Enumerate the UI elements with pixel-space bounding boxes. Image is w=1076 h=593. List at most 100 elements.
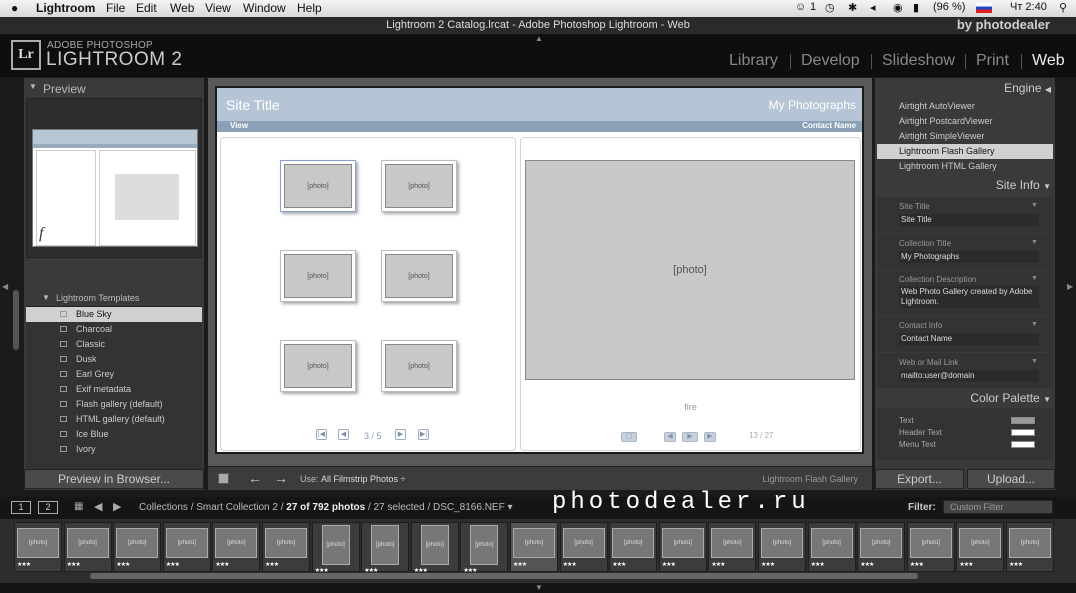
web-link-field[interactable]: mailto:user@domain: [899, 370, 1039, 382]
filmstrip-cell[interactable]: [photo] ★★★: [1006, 522, 1054, 572]
site-title-field[interactable]: Site Title: [899, 214, 1039, 226]
engine-item[interactable]: Airtight AutoViewer: [877, 99, 1053, 114]
forward-icon[interactable]: ▶: [113, 500, 121, 513]
menu-window[interactable]: Window: [243, 1, 286, 15]
dropdown-arrow-icon[interactable]: ▼: [1031, 358, 1038, 365]
bluetooth-icon[interactable]: ✱: [848, 1, 857, 14]
primary-window-button[interactable]: 1: [11, 501, 31, 514]
apple-icon[interactable]: ●: [11, 1, 18, 15]
template-item-classic[interactable]: Classic: [26, 337, 202, 352]
template-item-charcoal[interactable]: Charcoal: [26, 322, 202, 337]
collapse-triangle-icon[interactable]: ▼: [42, 293, 50, 302]
gallery-thumbnail[interactable]: [photo]: [381, 340, 457, 392]
filmstrip-breadcrumb[interactable]: Collections / Smart Collection 2 / 27 of…: [139, 502, 513, 513]
filmstrip-cell[interactable]: [photo] ★★★: [212, 522, 261, 572]
filmstrip-cell[interactable]: [photo] ★★★: [14, 522, 62, 572]
user-icon[interactable]: ☺: [795, 1, 806, 13]
engine-item-selected[interactable]: Lightroom Flash Gallery: [877, 144, 1053, 159]
menu-app-lightroom[interactable]: Lightroom: [36, 1, 95, 15]
menu-edit[interactable]: Edit: [136, 1, 157, 15]
collapse-left-icon[interactable]: ◀: [2, 282, 8, 291]
template-item-blue-sky[interactable]: Blue Sky: [26, 307, 202, 322]
collapse-right-icon[interactable]: ▶: [1067, 282, 1073, 291]
module-slideshow[interactable]: Slideshow: [882, 52, 955, 70]
filmstrip-cell[interactable]: [photo] ★★★: [63, 522, 112, 572]
nav-contact-link[interactable]: Contact Name: [802, 121, 856, 130]
filmstrip-cell[interactable]: [photo] ★★★: [559, 522, 608, 572]
filmstrip-cell[interactable]: [photo] ★★★: [311, 522, 360, 574]
filmstrip-cell[interactable]: [photo] ★★★: [410, 522, 459, 574]
menubar-clock[interactable]: Чт 2:40: [1010, 1, 1047, 13]
secondary-window-button[interactable]: 2: [38, 501, 58, 514]
previous-arrow-icon[interactable]: ←: [248, 470, 262, 486]
input-source-flag-icon[interactable]: [976, 3, 992, 13]
collapse-bottom-icon[interactable]: ▼: [535, 583, 543, 592]
preview-panel-header[interactable]: ▼ Preview: [24, 80, 204, 98]
use-select[interactable]: All Filmstrip Photos ÷: [321, 474, 405, 484]
gallery-thumbnail[interactable]: [photo]: [280, 160, 356, 212]
filmstrip-cell[interactable]: [photo] ★★★: [807, 522, 856, 572]
dropdown-arrow-icon[interactable]: ▼: [1031, 321, 1038, 328]
contact-info-field[interactable]: Contact Name: [899, 333, 1039, 345]
spotlight-icon[interactable]: ⚲: [1059, 1, 1067, 14]
collapse-triangle-icon[interactable]: ◀: [1045, 85, 1051, 94]
template-item-exif-metadata[interactable]: Exif metadata: [26, 382, 202, 397]
left-panel-scrollbar[interactable]: [13, 290, 19, 350]
menu-file[interactable]: File: [106, 1, 125, 15]
template-item-html-gallery[interactable]: HTML gallery (default): [26, 412, 202, 427]
collapse-triangle-icon[interactable]: ▼: [1043, 182, 1051, 191]
back-icon[interactable]: ◀: [94, 500, 102, 513]
volume-icon[interactable]: ◂: [870, 1, 876, 14]
palette-menu-text-swatch[interactable]: [1011, 441, 1035, 448]
filmstrip-cell[interactable]: [photo] ★★★: [758, 522, 806, 572]
template-item-flash-gallery[interactable]: Flash gallery (default): [26, 397, 202, 412]
filmstrip-cell[interactable]: [photo] ★★★: [510, 522, 558, 572]
palette-text-swatch[interactable]: [1011, 417, 1035, 424]
filmstrip-cell[interactable]: [photo] ★★★: [956, 522, 1005, 572]
last-page-icon[interactable]: ▶|: [418, 429, 429, 440]
dropdown-arrow-icon[interactable]: ▼: [1031, 239, 1038, 246]
collapse-triangle-icon[interactable]: ▼: [29, 82, 37, 91]
template-item-ice-blue[interactable]: Ice Blue: [26, 427, 202, 442]
dropdown-arrow-icon[interactable]: ▼: [1031, 202, 1038, 209]
previous-photo-icon[interactable]: ◀: [664, 432, 676, 442]
filmstrip-cell[interactable]: [photo] ★★★: [708, 522, 757, 572]
collapse-top-icon[interactable]: ▲: [535, 34, 543, 43]
engine-item[interactable]: Airtight PostcardViewer: [877, 114, 1053, 129]
upload-button[interactable]: Upload...: [967, 469, 1055, 489]
menu-help[interactable]: Help: [297, 1, 322, 15]
large-photo[interactable]: [photo]: [525, 160, 855, 380]
module-library[interactable]: Library: [729, 52, 778, 70]
menu-web[interactable]: Web: [170, 1, 194, 15]
engine-item[interactable]: Airtight SimpleViewer: [877, 129, 1053, 144]
next-arrow-icon[interactable]: →: [274, 470, 288, 486]
next-page-icon[interactable]: ▶: [395, 429, 406, 440]
filmstrip-scrollbar[interactable]: [90, 573, 918, 579]
first-page-icon[interactable]: |◀: [316, 429, 327, 440]
color-palette-panel-header[interactable]: Color Palette ▼: [970, 391, 1051, 405]
stop-icon[interactable]: [218, 473, 229, 484]
gallery-thumbnail[interactable]: [photo]: [280, 250, 356, 302]
dropdown-arrow-icon[interactable]: ▼: [1031, 275, 1038, 282]
site-collection-title[interactable]: My Photographs: [769, 98, 856, 112]
collection-title-field[interactable]: My Photographs: [899, 251, 1039, 263]
filter-select[interactable]: Custom Filter: [943, 500, 1053, 514]
slideshow-fullscreen-icon[interactable]: ▢: [621, 432, 637, 442]
filmstrip-cell[interactable]: [photo] ★★★: [162, 522, 211, 572]
grid-view-icon[interactable]: ▦: [74, 501, 83, 512]
site-title[interactable]: Site Title: [226, 97, 280, 113]
clock-icon[interactable]: ◷: [825, 1, 835, 14]
template-item-earl-grey[interactable]: Earl Grey: [26, 367, 202, 382]
gallery-thumbnail[interactable]: [photo]: [280, 340, 356, 392]
collapse-triangle-icon[interactable]: ▼: [1043, 395, 1051, 404]
nav-view-link[interactable]: View: [230, 121, 248, 130]
preview-in-browser-button[interactable]: Preview in Browser...: [24, 469, 204, 489]
module-develop[interactable]: Develop: [801, 52, 860, 70]
module-print[interactable]: Print: [976, 52, 1009, 70]
battery-icon[interactable]: ▮: [913, 1, 919, 14]
gallery-thumbnail[interactable]: [photo]: [381, 160, 457, 212]
module-web[interactable]: Web: [1032, 52, 1065, 70]
filmstrip-cell[interactable]: [photo] ★★★: [906, 522, 955, 572]
engine-item[interactable]: Lightroom HTML Gallery: [877, 159, 1053, 174]
template-item-dusk[interactable]: Dusk: [26, 352, 202, 367]
